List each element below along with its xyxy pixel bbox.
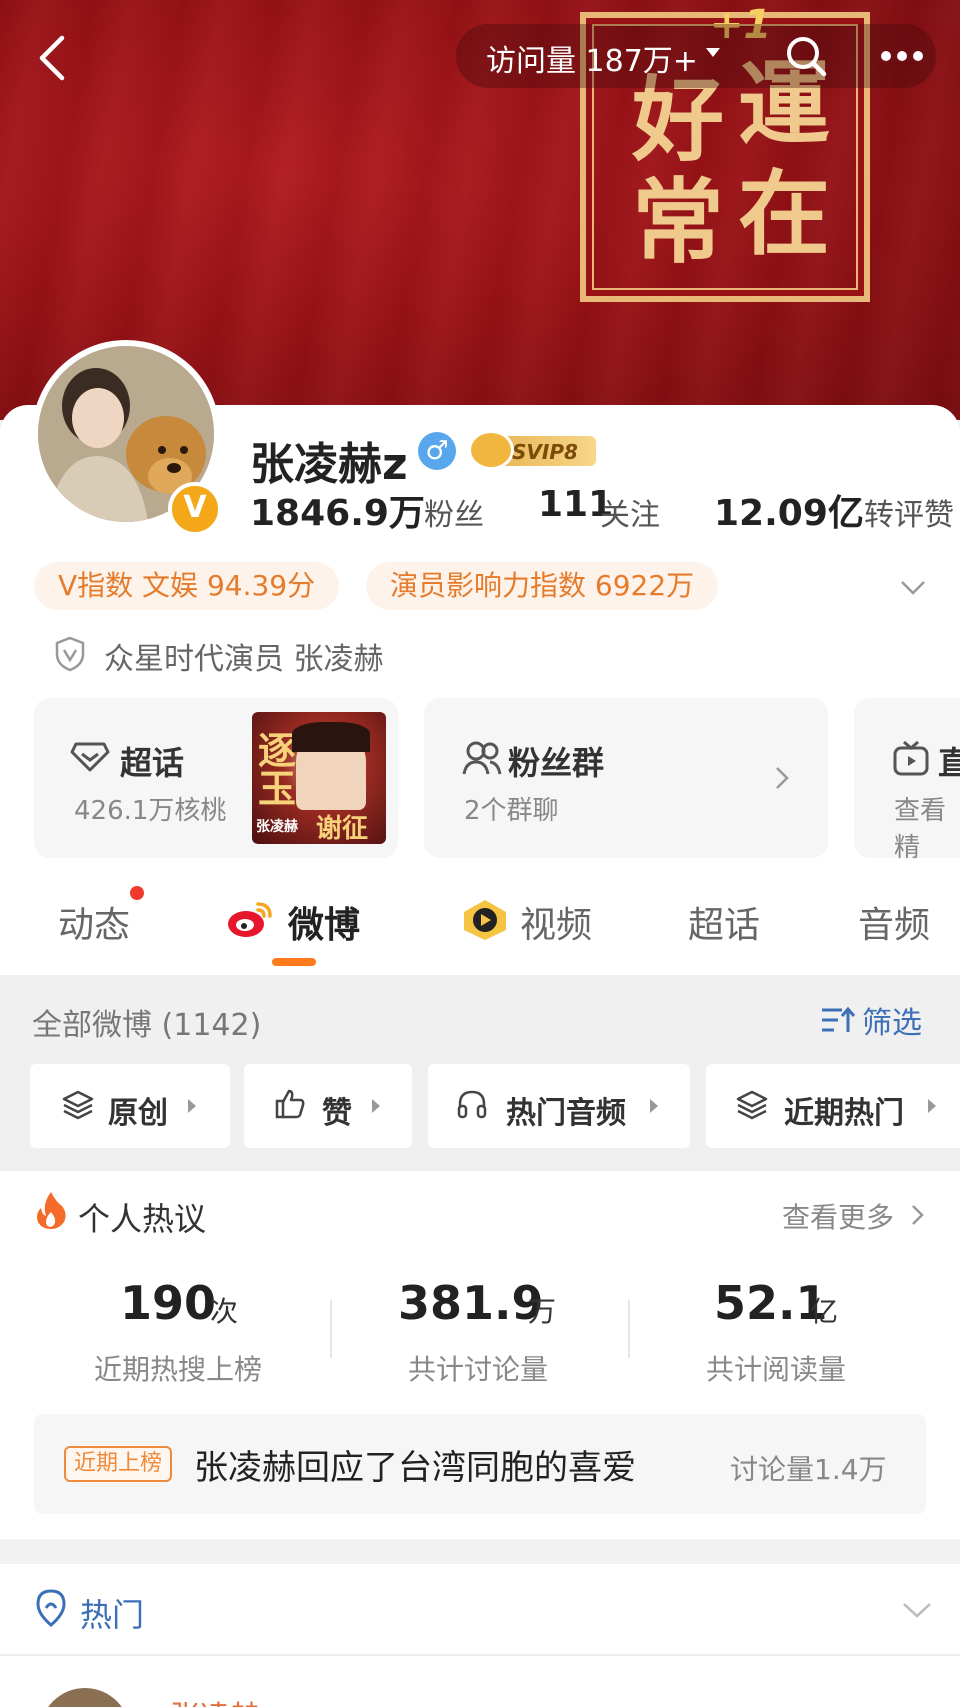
- flame-icon: [34, 1190, 68, 1230]
- chip-label: 热门音频: [506, 1096, 626, 1131]
- expand-button[interactable]: [900, 574, 926, 600]
- notification-dot: [130, 886, 144, 900]
- following-label[interactable]: 关注: [600, 490, 660, 534]
- filter-button[interactable]: 筛选: [862, 998, 922, 1042]
- live-sub: 查看精: [894, 796, 947, 863]
- crown-icon: [468, 430, 514, 470]
- chevron-right-icon: [908, 1202, 928, 1228]
- chevron-down-icon[interactable]: [900, 1596, 934, 1622]
- caret-right-icon: [650, 1099, 658, 1113]
- verification-text: 众星时代演员 张凌赫: [104, 642, 384, 677]
- tab-dynamics[interactable]: 动态: [58, 896, 130, 948]
- back-button[interactable]: [26, 30, 82, 86]
- hot-search-unit: 次: [210, 1295, 239, 1328]
- caret-right-icon: [372, 1099, 380, 1113]
- recent-tag: 近期上榜: [64, 1446, 173, 1482]
- caret-down-icon: [706, 48, 720, 57]
- recent-title: 张凌赫回应了台湾同胞的喜爱: [194, 1448, 636, 1488]
- layers-icon: [62, 1088, 94, 1120]
- live-title: 直: [938, 744, 960, 782]
- hot-search-label: 近期热搜上榜: [94, 1353, 263, 1386]
- active-tab-indicator: [272, 958, 316, 966]
- visit-count[interactable]: 访问量 187万+: [486, 36, 698, 80]
- weibo-icon: [226, 898, 276, 940]
- svip-badge[interactable]: SVIP8: [468, 430, 598, 470]
- divider: [0, 1654, 960, 1656]
- supertopic-poster[interactable]: 逐玉 张凌赫 谢征: [252, 712, 386, 844]
- thumbs-up-icon: [274, 1088, 306, 1120]
- supertopic-title: 超话: [120, 744, 185, 782]
- more-button[interactable]: [872, 32, 932, 80]
- followers-label[interactable]: 粉丝: [424, 490, 484, 534]
- discussion-count: 381.9: [398, 1276, 544, 1330]
- video-icon: [460, 898, 510, 942]
- tab-weibo[interactable]: 微博: [288, 896, 360, 948]
- interactions-label[interactable]: 转评赞: [864, 490, 954, 534]
- all-weibo-count: 全部微博 (1142): [32, 1008, 262, 1043]
- caret-right-icon: [928, 1099, 936, 1113]
- post-author[interactable]: 张凌赫: [170, 1692, 260, 1707]
- people-icon: [462, 740, 502, 776]
- headphones-icon: [456, 1088, 488, 1120]
- male-icon: ♂: [418, 432, 456, 470]
- search-icon: [787, 37, 827, 77]
- discussion-unit: 万: [528, 1295, 557, 1328]
- chip-label: 赞: [322, 1096, 352, 1131]
- fan-group-title: 粉丝群: [508, 744, 605, 782]
- shield-icon: [54, 636, 86, 672]
- actor-influence-tag[interactable]: 演员影响力指数 6922万: [366, 562, 719, 610]
- profile-name: 张凌赫z: [250, 439, 408, 490]
- filter-icon: [820, 1004, 856, 1036]
- banner-char: 常: [632, 168, 725, 276]
- v-index-tag[interactable]: V指数 文娱 94.39分: [34, 562, 340, 610]
- tab-audio[interactable]: 音频: [858, 896, 930, 948]
- read-unit: 亿: [810, 1295, 839, 1328]
- followers-count[interactable]: 1846.9万: [250, 484, 425, 536]
- caret-right-icon: [188, 1099, 196, 1113]
- svip-label: SVIP8: [512, 440, 578, 464]
- diamond-icon: [70, 740, 110, 774]
- personal-hot-title: 个人热议: [78, 1200, 207, 1238]
- chevron-right-icon: [772, 764, 792, 792]
- hot-search-count: 190: [120, 1276, 217, 1330]
- see-more-link[interactable]: 查看更多: [782, 1196, 894, 1236]
- verified-badge: V: [168, 482, 222, 536]
- supertopic-sub: 426.1万核桃: [74, 796, 227, 826]
- banner-char: 在: [738, 160, 831, 268]
- divider: [628, 1300, 630, 1358]
- poster-name: 谢征: [316, 814, 369, 844]
- hot-section-title[interactable]: 热门: [80, 1590, 144, 1636]
- chevron-down-icon: [901, 581, 925, 595]
- recent-discussion-count: 讨论量1.4万: [730, 1453, 887, 1486]
- chip-label: 近期热门: [784, 1096, 904, 1131]
- divider: [330, 1300, 332, 1358]
- discussion-label: 共计讨论量: [408, 1353, 549, 1386]
- search-button[interactable]: [782, 32, 830, 80]
- poster-hair: [292, 722, 370, 752]
- poster-actor: 张凌赫: [256, 819, 298, 835]
- tab-video[interactable]: 视频: [520, 896, 592, 948]
- fan-group-card[interactable]: [424, 698, 828, 858]
- chevron-left-icon: [39, 35, 65, 81]
- location-pin-icon: [34, 1588, 68, 1628]
- fan-group-sub: 2个群聊: [464, 796, 559, 826]
- interactions-count[interactable]: 12.09亿: [714, 484, 864, 536]
- tab-supertopic[interactable]: 超话: [688, 896, 760, 948]
- more-dots-icon: [881, 51, 923, 61]
- layers-icon: [736, 1088, 768, 1120]
- tv-icon: [892, 740, 930, 776]
- read-label: 共计阅读量: [706, 1353, 847, 1386]
- chip-label: 原创: [108, 1096, 168, 1131]
